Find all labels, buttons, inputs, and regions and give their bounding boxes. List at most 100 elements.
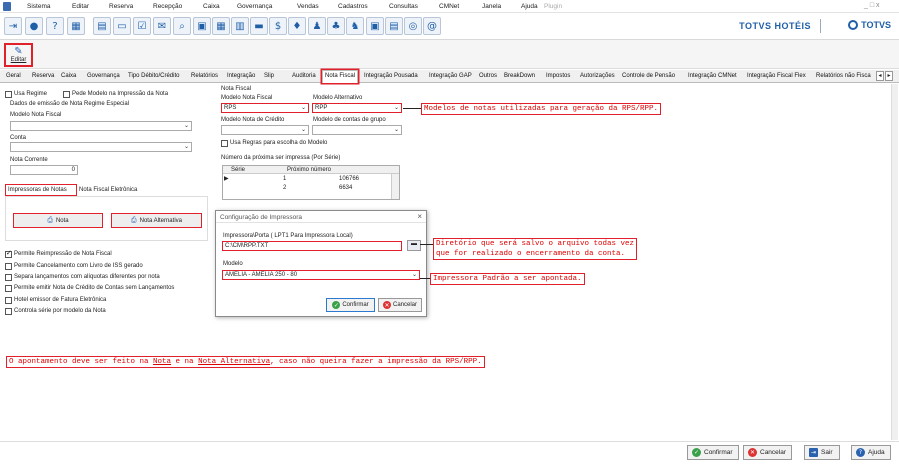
screen-icon[interactable]: ▣ <box>366 17 384 35</box>
modelo-contas-select[interactable]: ⌄ <box>312 125 402 135</box>
calc-icon[interactable]: ▣ <box>193 17 211 35</box>
usa-regras-checkbox[interactable] <box>221 140 228 147</box>
exit-icon[interactable]: ⇥ <box>4 17 22 35</box>
option-checkbox-0[interactable] <box>5 249 12 258</box>
tab-scroll-right[interactable]: ▸ <box>885 71 893 81</box>
app-icon[interactable] <box>3 2 11 11</box>
menu-reserva[interactable]: Reserva <box>109 3 133 10</box>
vertical-scrollbar[interactable] <box>891 84 898 440</box>
grid-cell[interactable]: 6634 <box>339 185 352 191</box>
option-checkbox-2[interactable] <box>5 274 12 281</box>
serie-grid[interactable]: Série Próximo número ▶ 1 106766 2 6634 <box>222 165 400 200</box>
option-label: Controla série por modelo da Nota <box>14 308 106 314</box>
footer-exit-button[interactable]: ⇥ Sair <box>804 445 840 460</box>
tab-slip[interactable]: Slip <box>262 72 276 83</box>
usa-regime-checkbox[interactable] <box>5 91 12 98</box>
tab-impostos[interactable]: Impostos <box>544 72 572 83</box>
browse-folder-icon[interactable]: ▬ <box>407 240 421 251</box>
modelo-nf-select[interactable]: RPS ⌄ <box>221 103 309 113</box>
option-label: Separa lançamentos com alíquotas diferen… <box>14 274 160 280</box>
dialog-confirm-button[interactable]: ✓ Confirmar <box>326 298 375 312</box>
menu-vendas[interactable]: Vendas <box>297 3 319 10</box>
bell-icon[interactable]: ♦ <box>288 17 306 35</box>
tab-reserva[interactable]: Reserva <box>30 72 56 83</box>
footer-help-button[interactable]: ? Ajuda <box>851 445 891 460</box>
tab-integracao-pousada[interactable]: Integração Pousada <box>362 72 420 83</box>
help-icon[interactable]: ? <box>46 17 64 35</box>
option-checkbox-4[interactable] <box>5 297 12 304</box>
chart-icon[interactable]: ▥ <box>231 17 249 35</box>
tab-scroll-left[interactable]: ◂ <box>876 71 884 81</box>
tab-auditoria[interactable]: Auditoria <box>290 72 318 83</box>
menu-janela[interactable]: Janela <box>482 3 501 10</box>
tab-integracao-cmnet[interactable]: Integração CMNet <box>686 72 739 83</box>
mail-icon[interactable]: ✉ <box>153 17 171 35</box>
modelo-credito-select[interactable]: ⌄ <box>221 125 309 135</box>
menu-caixa[interactable]: Caixa <box>203 3 220 10</box>
tab-integracao[interactable]: Integração <box>225 72 257 83</box>
calendar-icon[interactable]: ▦ <box>67 17 85 35</box>
tab-integracao-gap[interactable]: Integração GAP <box>427 72 474 83</box>
folder-icon[interactable]: ▬ <box>250 17 268 35</box>
tab-integracao-fiscal-flex[interactable]: Integração Fiscal Flex <box>745 72 808 83</box>
porta-input[interactable]: C:\CM\RPP.TXT <box>222 241 402 251</box>
user-icon[interactable]: ● <box>25 17 43 35</box>
grid-cell[interactable]: 106766 <box>339 176 359 182</box>
tab-outros[interactable]: Outros <box>477 72 499 83</box>
tab-geral[interactable]: Geral <box>4 72 23 83</box>
tab-breakdown[interactable]: BreakDown <box>502 72 537 83</box>
grid-cell[interactable]: 2 <box>283 185 286 191</box>
footer-cancel-button[interactable]: ✕ Cancelar <box>743 445 792 460</box>
nota-button[interactable]: ⎙ Nota <box>13 213 103 228</box>
tab-controle-pensao[interactable]: Controle de Pensão <box>620 72 677 83</box>
dollar-icon[interactable]: $ <box>269 17 287 35</box>
menu-cadastros[interactable]: Cadastros <box>338 3 368 10</box>
menu-governanca[interactable]: Governança <box>237 3 272 10</box>
menu-cmnet[interactable]: CMNet <box>439 3 459 10</box>
tab-relatorios-nao-fiscais[interactable]: Relatórios não Fisca <box>814 72 873 83</box>
tab-caixa[interactable]: Caixa <box>59 72 78 83</box>
tab-nota-fiscal[interactable]: Nota Fiscal <box>322 70 359 83</box>
option-checkbox-3[interactable] <box>5 285 12 292</box>
option-checkbox-1[interactable] <box>5 263 12 270</box>
option-checkbox-5[interactable] <box>5 308 12 315</box>
nota-corrente-input[interactable]: 0 <box>10 165 78 175</box>
grid-cell[interactable]: 1 <box>283 176 286 182</box>
checklist-icon[interactable]: ☑ <box>133 17 151 35</box>
people2-icon[interactable]: ♞ <box>346 17 364 35</box>
menu-ajuda[interactable]: Ajuda <box>521 3 538 10</box>
tab-governanca[interactable]: Governança <box>85 72 122 83</box>
grid-icon[interactable]: ▦ <box>212 17 230 35</box>
doc-icon[interactable]: ▤ <box>385 17 403 35</box>
close-icon[interactable]: × <box>417 212 422 221</box>
tab-relatorios[interactable]: Relatórios <box>189 72 220 83</box>
subtab-nota-fiscal-eletronica[interactable]: Nota Fiscal Eletrônica <box>79 187 137 193</box>
edit-button[interactable]: ✎ Editar <box>4 43 33 67</box>
window-controls[interactable]: _ □ x <box>864 2 880 9</box>
conta-select[interactable]: ⌄ <box>10 142 192 152</box>
search-icon[interactable]: ⌕ <box>173 17 191 35</box>
tab-tipo-debito-credito[interactable]: Tipo Débito/Crédito <box>126 72 181 83</box>
grid-scrollbar[interactable] <box>391 174 399 199</box>
people-icon[interactable]: ♟ <box>308 17 326 35</box>
footer-confirm-button[interactable]: ✓ Confirmar <box>687 445 739 460</box>
menu-editar[interactable]: Editar <box>72 3 89 10</box>
cancel-icon: ✕ <box>382 301 391 309</box>
form-icon[interactable]: ▤ <box>93 17 111 35</box>
brand-totvs-text: TOTVS <box>861 20 891 30</box>
pede-modelo-checkbox[interactable] <box>63 91 70 98</box>
card-icon[interactable]: ▭ <box>113 17 131 35</box>
at-icon[interactable]: @ <box>423 17 441 35</box>
modelo-nota-fiscal-select[interactable]: ⌄ <box>10 121 192 131</box>
group-icon[interactable]: ♣ <box>327 17 345 35</box>
dialog-cancel-button[interactable]: ✕ Cancelar <box>378 298 422 312</box>
nota-alternativa-button[interactable]: ⎙ Nota Alternativa <box>111 213 202 228</box>
modelo-alt-select[interactable]: RPP ⌄ <box>312 103 402 113</box>
tab-autorizacoes[interactable]: Autorizações <box>578 72 617 83</box>
menu-recepcao[interactable]: Recepção <box>153 3 182 10</box>
user-search-icon[interactable]: ◎ <box>404 17 422 35</box>
menu-consultas[interactable]: Consultas <box>389 3 418 10</box>
modelo-select[interactable]: AMELIA - AMELIA 250 - 80 ⌄ <box>222 270 420 280</box>
subtab-impressoras-de-notas[interactable]: Impressoras de Notas <box>5 184 77 196</box>
menu-sistema[interactable]: Sistema <box>27 3 50 10</box>
